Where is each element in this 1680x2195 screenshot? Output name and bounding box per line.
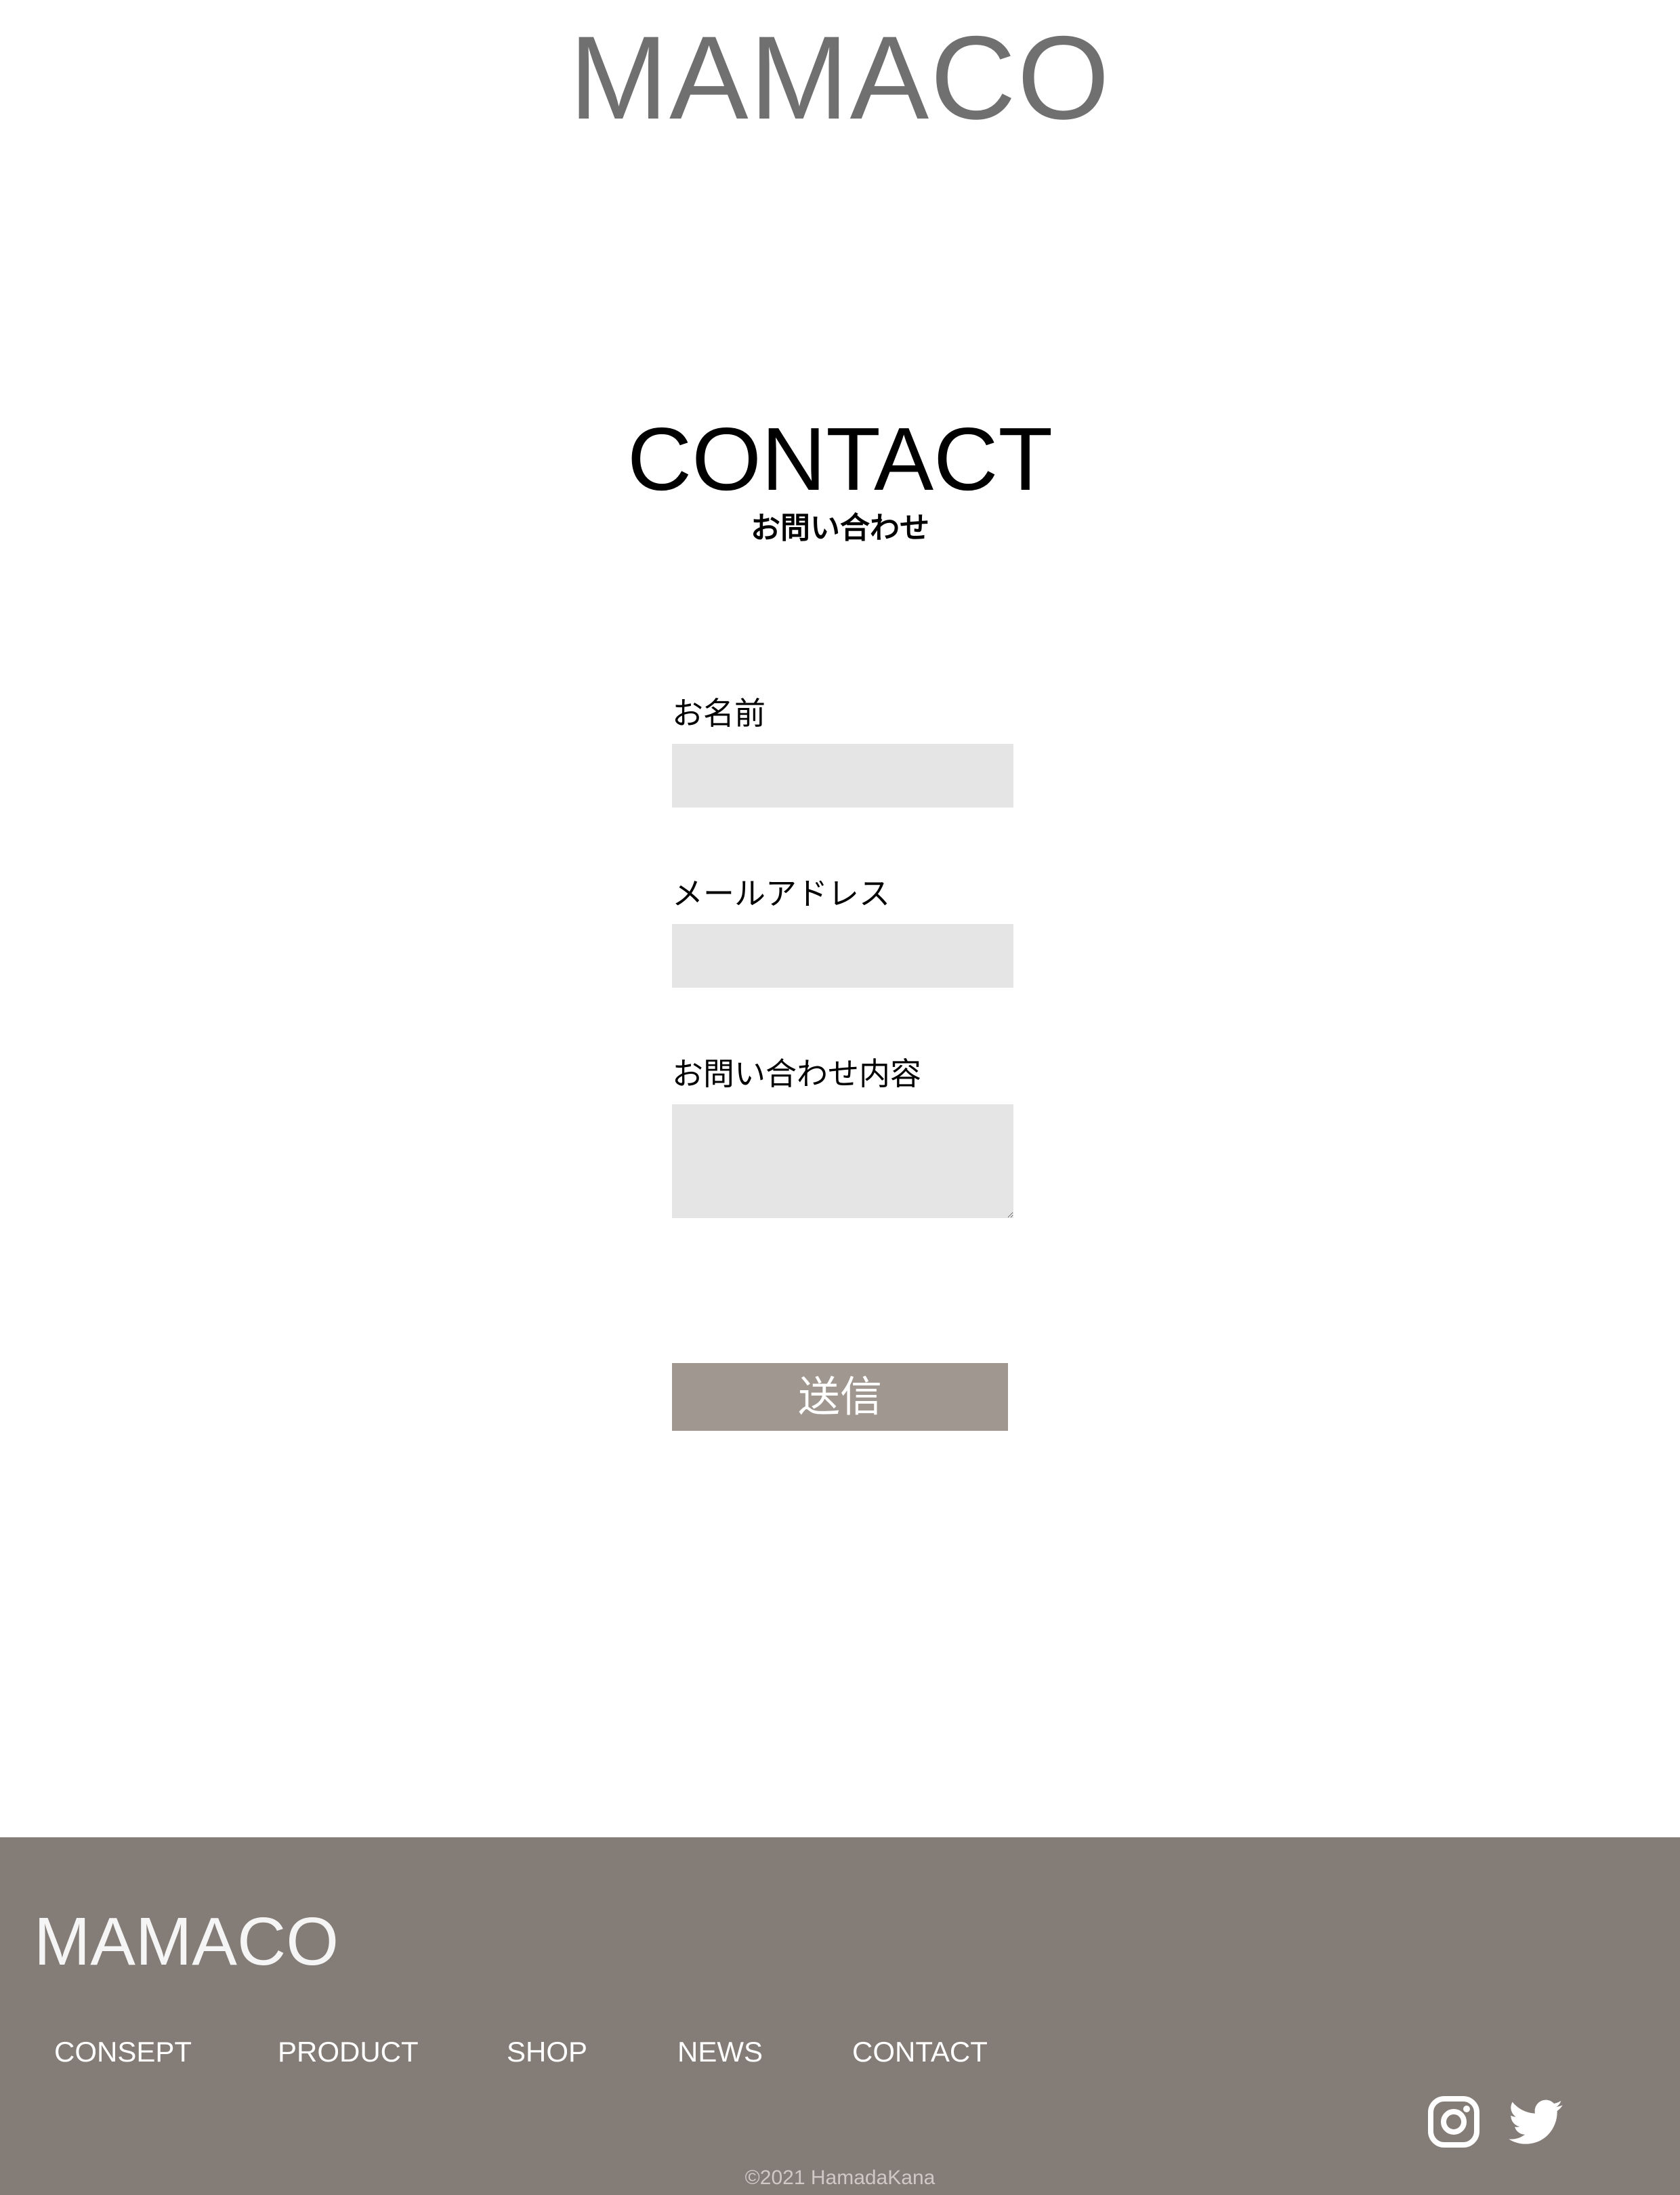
footer-logo[interactable]: MAMACO: [34, 1908, 339, 1976]
copyright: ©2021 HamadaKana: [744, 2167, 936, 2189]
site-logo[interactable]: MAMACO: [0, 19, 1680, 138]
email-label: メールアドレス: [672, 875, 890, 912]
page-title: CONTACT: [627, 409, 1053, 509]
message-textarea[interactable]: [672, 1104, 1013, 1218]
footer-nav-product[interactable]: PRODUCT: [278, 2038, 419, 2066]
name-label: お名前: [672, 695, 765, 732]
footer-nav-shop[interactable]: SHOP: [507, 2038, 587, 2066]
email-input[interactable]: [672, 924, 1013, 988]
site-footer: MAMACO CONSEPT PRODUCT SHOP NEWS CONTACT…: [0, 1837, 1680, 2195]
submit-button[interactable]: 送信: [672, 1363, 1008, 1431]
message-label: お問い合わせ内容: [672, 1055, 921, 1092]
footer-nav-consept[interactable]: CONSEPT: [54, 2038, 192, 2066]
footer-nav-news[interactable]: NEWS: [677, 2038, 763, 2066]
twitter-icon[interactable]: [1508, 2095, 1563, 2149]
name-input[interactable]: [672, 744, 1013, 808]
page-subtitle: お問い合わせ: [751, 511, 929, 545]
footer-nav-contact[interactable]: CONTACT: [852, 2038, 988, 2066]
instagram-icon[interactable]: [1427, 2095, 1481, 2149]
